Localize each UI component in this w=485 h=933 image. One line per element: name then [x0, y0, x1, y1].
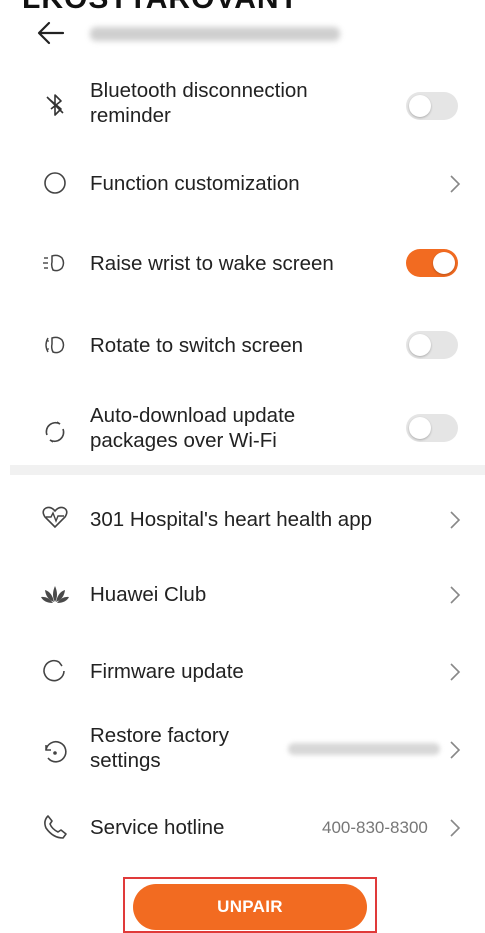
rotate-switch-toggle[interactable]: [406, 331, 458, 359]
toggle-knob: [409, 95, 431, 117]
auto-download-row[interactable]: Auto-download update packages over Wi-Fi: [0, 403, 485, 459]
firmware-update-label: Firmware update: [90, 660, 244, 683]
device-name-blurred: [90, 27, 340, 41]
restore-factory-label: Restore factory settings: [90, 723, 229, 773]
function-customization-row[interactable]: Function customization: [0, 164, 485, 204]
arrow-left-icon: [37, 21, 65, 45]
heart-health-row[interactable]: 301 Hospital's heart health app: [0, 500, 485, 540]
function-customization-label: Function customization: [90, 172, 300, 195]
huawei-club-row[interactable]: Huawei Club: [0, 575, 485, 615]
toggle-knob: [433, 252, 455, 274]
unpair-button[interactable]: UNPAIR: [133, 884, 367, 930]
toggle-knob: [409, 334, 431, 356]
firmware-update-row[interactable]: Firmware update: [0, 652, 485, 692]
rotate-wrist-icon: [38, 328, 72, 362]
chevron-right-icon: [448, 739, 462, 761]
chevron-right-icon: [448, 173, 462, 195]
label-line: packages over Wi-Fi: [90, 429, 277, 452]
chevron-right-icon: [448, 817, 462, 839]
bluetooth-off-icon: [38, 88, 72, 122]
heart-health-label: 301 Hospital's heart health app: [90, 508, 372, 531]
bluetooth-reminder-row[interactable]: Bluetooth disconnection reminder: [0, 78, 485, 134]
raise-wrist-label: Raise wrist to wake screen: [90, 252, 334, 275]
section-divider: [10, 465, 485, 475]
rotate-switch-label: Rotate to switch screen: [90, 334, 304, 357]
chevron-right-icon: [448, 661, 462, 683]
header-bar: [0, 10, 485, 56]
auto-download-toggle[interactable]: [406, 414, 458, 442]
restore-factory-row[interactable]: Restore factory settings: [0, 723, 485, 779]
raise-wrist-row[interactable]: Raise wrist to wake screen: [0, 244, 485, 284]
huawei-club-label: Huawei Club: [90, 583, 207, 606]
restore-icon: [38, 735, 72, 769]
heart-pulse-icon: [38, 500, 72, 534]
label-line: reminder: [90, 104, 171, 127]
raise-wrist-toggle[interactable]: [406, 249, 458, 277]
back-button[interactable]: [35, 18, 67, 48]
huawei-club-lotus-icon: [38, 577, 72, 611]
label-line: Auto-download update: [90, 404, 296, 427]
label-line: settings: [90, 749, 161, 772]
label-line: Bluetooth disconnection: [90, 79, 308, 102]
refresh-circle-icon: [38, 654, 72, 688]
chevron-right-icon: [448, 584, 462, 606]
rotate-switch-row[interactable]: Rotate to switch screen: [0, 326, 485, 366]
raise-wrist-icon: [38, 246, 72, 280]
service-hotline-row[interactable]: Service hotline 400-830-8300: [0, 808, 485, 848]
circle-outline-icon: [38, 166, 72, 200]
auto-download-label: Auto-download update packages over Wi-Fi: [90, 403, 295, 453]
phone-icon: [38, 810, 72, 844]
toggle-knob: [409, 417, 431, 439]
label-line: Restore factory: [90, 724, 229, 747]
bluetooth-reminder-toggle[interactable]: [406, 92, 458, 120]
chevron-right-icon: [448, 509, 462, 531]
service-hotline-label: Service hotline: [90, 816, 225, 839]
service-hotline-number: 400-830-8300: [322, 818, 428, 837]
sync-icon: [38, 415, 72, 449]
restore-value-blurred: [288, 743, 440, 755]
bluetooth-reminder-label: Bluetooth disconnection reminder: [90, 78, 308, 128]
